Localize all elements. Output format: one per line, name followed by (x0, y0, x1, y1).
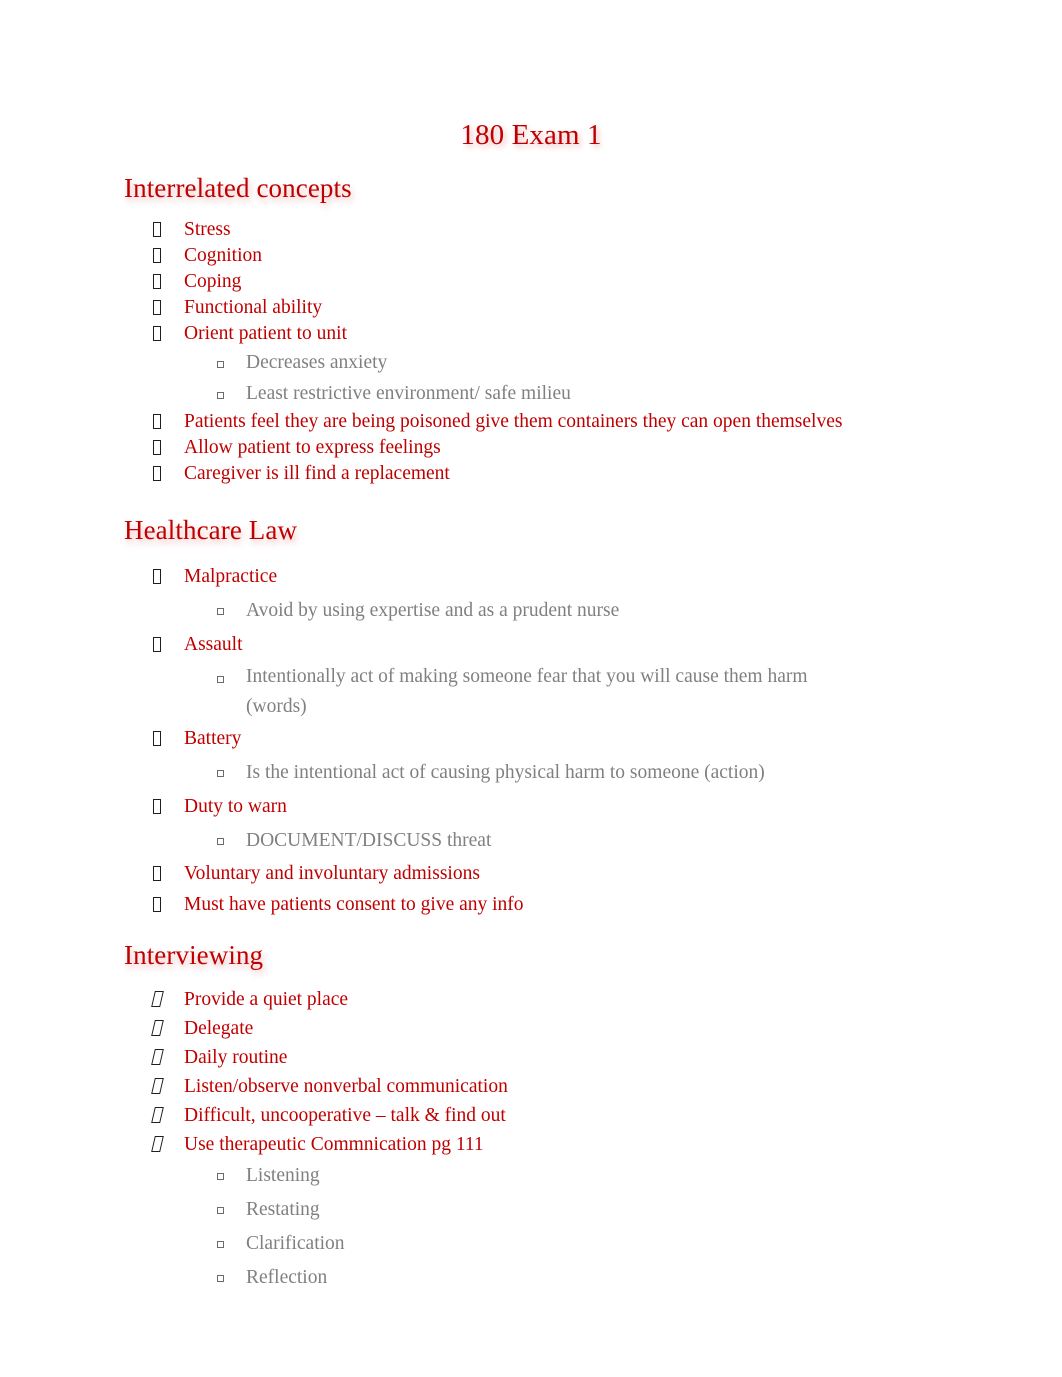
bullet-box-icon (153, 628, 184, 662)
list-item: Coping (0, 269, 1062, 295)
list-item-label: Functional ability (184, 297, 323, 318)
list-item-label: Cognition (184, 245, 263, 266)
sub-list-item: Listening (0, 1159, 1062, 1193)
bullet-box-italic-icon (151, 1130, 184, 1159)
sub-list-item: Avoid by using expertise and as a pruden… (0, 594, 1062, 628)
bullet-box-icon (153, 217, 184, 243)
list-item: Assault (0, 628, 1062, 662)
square-bullet-icon (217, 756, 246, 782)
list-item-label: Delegate (184, 1018, 254, 1039)
bullet-box-icon (153, 790, 184, 824)
list-item: Functional ability (0, 295, 1062, 321)
sub-list-item: Intentionally act of making someone fear… (0, 662, 1062, 722)
sub-list-item-label: Is the intentional act of causing physic… (246, 762, 765, 783)
bullet-box-icon (153, 722, 184, 756)
bullet-box-icon (153, 435, 184, 461)
document-page: 180 Exam 1 Interrelated concepts Stress … (0, 0, 1062, 1377)
square-bullet-icon (217, 378, 246, 404)
square-bullet-icon (217, 594, 246, 620)
page-title: 180 Exam 1 (460, 119, 602, 151)
list-item: Cognition (0, 243, 1062, 269)
square-bullet-icon (217, 1193, 246, 1219)
list-item-label: Provide a quiet place (184, 989, 349, 1010)
sub-list-item-label: Restating (246, 1199, 320, 1220)
list-item-label: Difficult, uncooperative – talk & find o… (184, 1105, 506, 1126)
bullet-box-icon (153, 858, 184, 889)
list-item-label: Assault (184, 634, 243, 655)
bullet-box-icon (153, 269, 184, 295)
bullet-box-icon (153, 321, 184, 347)
sub-list-item-label: Decreases anxiety (246, 352, 388, 373)
list-item-label: Allow patient to express feelings (184, 437, 441, 458)
sub-list-item: Clarification (0, 1227, 1062, 1261)
list-item: Provide a quiet place (0, 985, 1062, 1014)
square-bullet-icon (217, 347, 246, 373)
list-item: Allow patient to express feelings (0, 435, 1062, 461)
bullet-box-icon (153, 560, 184, 594)
list-item-label: Duty to warn (184, 796, 287, 817)
square-bullet-icon (217, 824, 246, 850)
list-interrelated-concepts: Stress Cognition Coping Functional abili… (0, 203, 1062, 487)
list-item-label: Patients feel they are being poisoned gi… (184, 411, 843, 432)
section-heading-interviewing: Interviewing (124, 940, 264, 970)
square-bullet-icon (217, 1261, 246, 1287)
section-heading-healthcare-law: Healthcare Law (124, 515, 298, 545)
sub-list-item: DOCUMENT/DISCUSS threat (0, 824, 1062, 858)
sub-list-item: Is the intentional act of causing physic… (0, 756, 1062, 790)
list-item: Delegate (0, 1014, 1062, 1043)
list-interviewing: Provide a quiet place Delegate Daily rou… (0, 970, 1062, 1295)
list-item: Difficult, uncooperative – talk & find o… (0, 1101, 1062, 1130)
bullet-box-icon (153, 243, 184, 269)
sub-list-item-label: DOCUMENT/DISCUSS threat (246, 830, 492, 851)
list-item: Stress (0, 217, 1062, 243)
sub-list-item: Decreases anxiety (0, 347, 1062, 378)
list-item: Malpractice (0, 560, 1062, 594)
bullet-box-icon (153, 409, 184, 435)
list-item-label: Stress (184, 219, 231, 240)
list-item: Patients feel they are being poisoned gi… (0, 409, 1062, 435)
list-item: Must have patients consent to give any i… (0, 889, 1062, 920)
list-healthcare-law: Malpractice Avoid by using expertise and… (0, 545, 1062, 920)
sub-list-item-label: Reflection (246, 1267, 328, 1288)
list-item: Battery (0, 722, 1062, 756)
square-bullet-icon (217, 1159, 246, 1185)
sub-list-item: Restating (0, 1193, 1062, 1227)
bullet-box-italic-icon (151, 1014, 184, 1043)
sub-list-item: Reflection (0, 1261, 1062, 1295)
section-heading-interrelated-concepts: Interrelated concepts (124, 173, 352, 203)
list-item-label: Coping (184, 271, 242, 292)
list-item-label: Caregiver is ill find a replacement (184, 463, 450, 484)
bullet-box-icon (153, 295, 184, 321)
list-item: Caregiver is ill find a replacement (0, 461, 1062, 487)
list-item-label: Malpractice (184, 566, 278, 587)
list-item-label: Battery (184, 728, 242, 749)
list-item: Use therapeutic Commnication pg 111 (0, 1130, 1062, 1159)
list-item: Orient patient to unit (0, 321, 1062, 347)
bullet-box-italic-icon (151, 985, 184, 1014)
list-item: Duty to warn (0, 790, 1062, 824)
list-item-label: Use therapeutic Commnication pg 111 (184, 1134, 484, 1155)
sub-list-item-label: Listening (246, 1165, 320, 1186)
list-item: Voluntary and involuntary admissions (0, 858, 1062, 889)
bullet-box-italic-icon (151, 1072, 184, 1101)
sub-list-item-label: Least restrictive environment/ safe mili… (246, 383, 571, 404)
list-item-label: Voluntary and involuntary admissions (184, 863, 480, 884)
bullet-box-icon (153, 889, 184, 920)
sub-list-item-label: Avoid by using expertise and as a pruden… (246, 600, 620, 621)
sub-list-item: Least restrictive environment/ safe mili… (0, 378, 1062, 409)
bullet-box-italic-icon (151, 1043, 184, 1072)
list-item: Listen/observe nonverbal communication (0, 1072, 1062, 1101)
sub-list-item-label: Intentionally act of making someone fear… (246, 666, 808, 717)
list-item: Daily routine (0, 1043, 1062, 1072)
sub-list-item-label: Clarification (246, 1233, 345, 1254)
list-item-label: Listen/observe nonverbal communication (184, 1076, 508, 1097)
list-item-label: Must have patients consent to give any i… (184, 894, 524, 915)
bullet-box-icon (153, 461, 184, 487)
list-item-label: Orient patient to unit (184, 323, 348, 344)
bullet-box-italic-icon (151, 1101, 184, 1130)
square-bullet-icon (217, 1227, 246, 1253)
list-item-label: Daily routine (184, 1047, 288, 1068)
square-bullet-icon (217, 662, 246, 688)
